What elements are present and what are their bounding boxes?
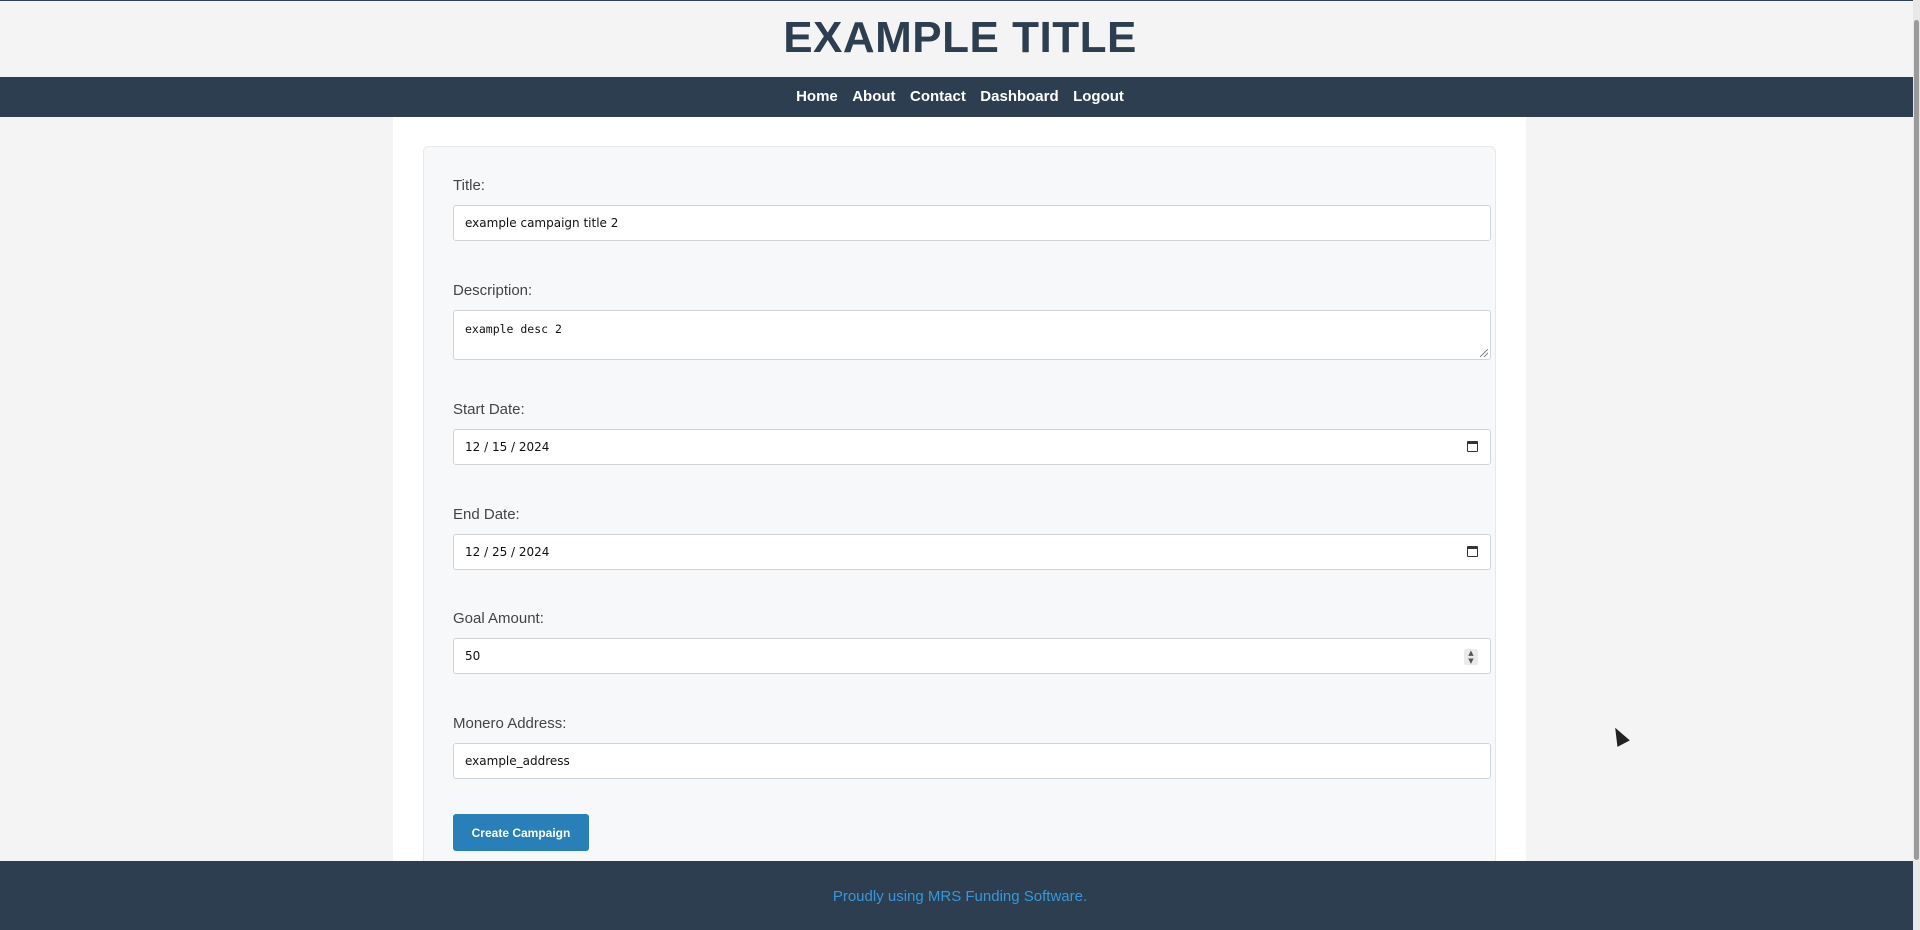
end-date-input[interactable]: 12 / 25 / 2024 bbox=[453, 534, 1491, 570]
title-input[interactable]: example campaign title 2 bbox=[453, 205, 1491, 241]
description-textarea[interactable]: example desc 2 bbox=[453, 310, 1491, 360]
nav-logout[interactable]: Logout bbox=[1073, 77, 1124, 117]
vertical-scrollbar[interactable] bbox=[1913, 0, 1920, 930]
title-field: Title: example campaign title 2 bbox=[453, 177, 1493, 241]
goal-amount-field: Goal Amount: 50 ▲ ▼ bbox=[453, 610, 1493, 674]
end-date-label: End Date: bbox=[453, 506, 520, 523]
start-date-input[interactable]: 12 / 15 / 2024 bbox=[453, 429, 1491, 465]
end-date-field: End Date: 12 / 25 / 2024 bbox=[453, 506, 1493, 570]
start-date-label: Start Date: bbox=[453, 401, 525, 418]
monero-address-input[interactable]: example_address bbox=[453, 743, 1491, 779]
nav-about[interactable]: About bbox=[852, 77, 895, 117]
calendar-icon[interactable] bbox=[1467, 441, 1478, 452]
main-nav: Home About Contact Dashboard Logout bbox=[0, 77, 1920, 117]
description-field: Description: example desc 2 bbox=[453, 282, 1493, 360]
goal-amount-label: Goal Amount: bbox=[453, 610, 544, 627]
nav-contact[interactable]: Contact bbox=[910, 77, 966, 117]
monero-address-label: Monero Address: bbox=[453, 715, 567, 732]
site-footer: Proudly using MRS Funding Software. bbox=[0, 861, 1920, 930]
nav-dashboard[interactable]: Dashboard bbox=[980, 77, 1058, 117]
description-value: example desc 2 bbox=[465, 322, 562, 336]
mouse-cursor-icon bbox=[1609, 724, 1630, 747]
create-campaign-button[interactable]: Create Campaign bbox=[453, 814, 589, 851]
start-date-field: Start Date: 12 / 15 / 2024 bbox=[453, 401, 1493, 465]
monero-address-field: Monero Address: example_address bbox=[453, 715, 1493, 779]
campaign-form: Title: example campaign title 2 Descript… bbox=[423, 146, 1496, 868]
calendar-icon[interactable] bbox=[1467, 546, 1478, 557]
spinner-icon[interactable]: ▲ ▼ bbox=[1464, 649, 1478, 665]
nav-home[interactable]: Home bbox=[796, 77, 838, 117]
description-label: Description: bbox=[453, 282, 533, 299]
title-label: Title: bbox=[453, 177, 485, 194]
footer-text: Proudly using MRS Funding Software. bbox=[832, 888, 1088, 905]
site-header: EXAMPLE TITLE bbox=[0, 1, 1920, 77]
goal-amount-value: 50 bbox=[465, 649, 481, 663]
content-container: Title: example campaign title 2 Descript… bbox=[393, 117, 1526, 868]
end-date-value: 12 / 25 / 2024 bbox=[465, 545, 550, 559]
start-date-value: 12 / 15 / 2024 bbox=[465, 440, 550, 454]
goal-amount-input[interactable]: 50 ▲ ▼ bbox=[453, 638, 1491, 674]
scrollbar-thumb[interactable] bbox=[1914, 20, 1919, 860]
page-title: EXAMPLE TITLE bbox=[783, 13, 1137, 62]
resize-grip-icon[interactable] bbox=[1480, 349, 1488, 357]
